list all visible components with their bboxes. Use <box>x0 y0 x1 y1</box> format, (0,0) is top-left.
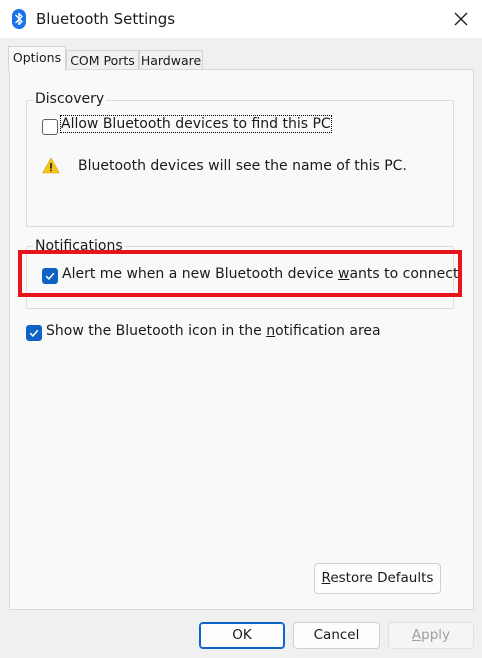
tab-options[interactable]: Options <box>8 46 66 71</box>
ok-button[interactable]: OK <box>199 622 285 649</box>
close-icon <box>454 12 468 26</box>
discovery-warning-text: Bluetooth devices will see the name of t… <box>78 158 407 174</box>
discovery-legend: Discovery <box>33 91 107 107</box>
checkmark-icon <box>29 329 39 338</box>
bluetooth-icon <box>12 9 26 29</box>
show-tray-icon-label[interactable]: Show the Bluetooth icon in the notificat… <box>46 323 381 339</box>
close-button[interactable] <box>442 0 480 38</box>
allow-discovery-checkbox[interactable] <box>42 119 58 135</box>
cancel-button[interactable]: Cancel <box>293 622 380 649</box>
allow-discovery-label[interactable]: Allow Bluetooth devices to find this PC <box>60 115 332 133</box>
show-tray-icon-checkbox[interactable] <box>26 325 42 341</box>
tab-hardware[interactable]: Hardware <box>139 50 203 70</box>
title-bar: Bluetooth Settings <box>0 0 482 38</box>
tab-com-ports[interactable]: COM Ports <box>66 50 139 70</box>
dialog-window: Bluetooth Settings Options COM Ports Har… <box>0 0 482 658</box>
window-title: Bluetooth Settings <box>36 10 176 28</box>
warning-icon <box>42 157 60 178</box>
restore-defaults-button[interactable]: Restore Defaults <box>314 563 441 594</box>
highlight-box <box>18 250 462 297</box>
apply-button[interactable]: Apply <box>388 622 474 649</box>
